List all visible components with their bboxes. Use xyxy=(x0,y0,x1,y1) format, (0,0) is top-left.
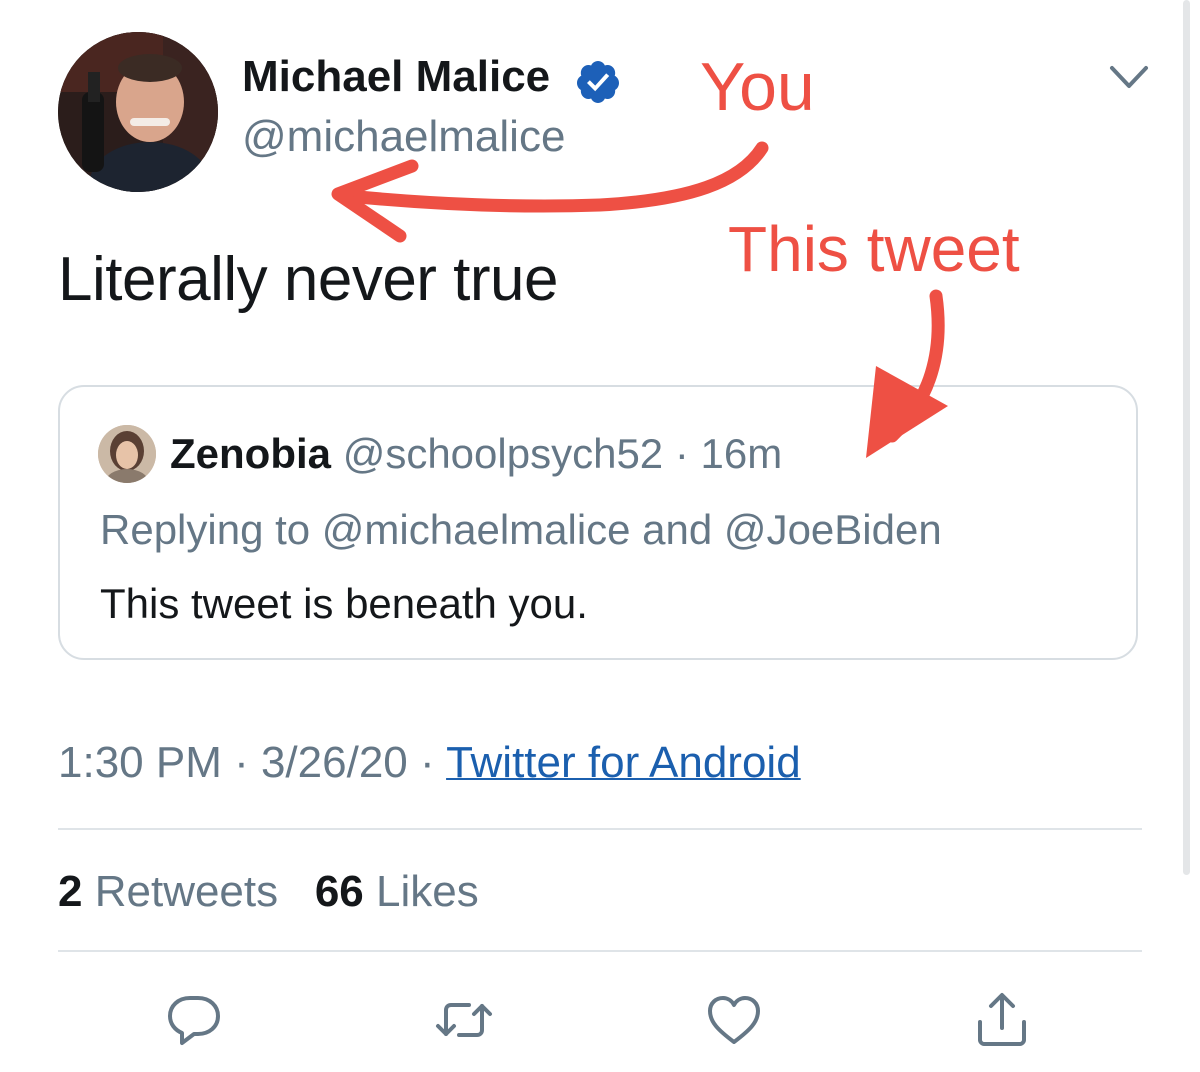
annotation-you-label: You xyxy=(700,49,815,125)
tweet-text: Literally never true xyxy=(58,245,559,314)
author-handle[interactable]: @michaelmalice xyxy=(242,112,565,162)
tweet-stats: 2 Retweets 66 Likes xyxy=(58,867,479,917)
annotation-this-tweet-label: This tweet xyxy=(728,213,1020,285)
quoted-author-handle[interactable]: @schoolpsych52 xyxy=(343,430,663,477)
scrollbar[interactable] xyxy=(1183,0,1190,875)
quoted-avatar-image xyxy=(98,425,156,483)
chevron-down-icon[interactable] xyxy=(1108,62,1150,92)
retweets-count: 2 xyxy=(58,867,83,916)
quoted-author-avatar[interactable] xyxy=(98,425,156,483)
separator-dot: · xyxy=(663,430,701,477)
quoted-author-name[interactable]: Zenobia xyxy=(170,430,331,477)
verified-badge-icon xyxy=(574,58,622,106)
author-avatar-image xyxy=(58,32,218,192)
likes-stat[interactable]: 66 Likes xyxy=(315,867,479,916)
share-upload-icon[interactable] xyxy=(972,990,1032,1050)
quoted-tweet-header: Zenobia @schoolpsych52 · 16m xyxy=(170,430,782,478)
divider xyxy=(58,950,1142,952)
tweet-timestamp: 1:30 PM · 3/26/20 · xyxy=(58,738,447,787)
retweet-icon[interactable] xyxy=(434,990,494,1050)
likes-count: 66 xyxy=(314,867,364,916)
author-avatar[interactable] xyxy=(58,32,218,192)
retweets-label: Retweets xyxy=(94,867,279,916)
reply-bubble-icon[interactable] xyxy=(164,990,224,1050)
tweet-source-link[interactable]: Twitter for Android xyxy=(446,738,801,787)
likes-label: Likes xyxy=(376,867,479,916)
retweets-stat[interactable]: 2 Retweets xyxy=(58,867,278,916)
heart-icon[interactable] xyxy=(704,990,764,1050)
quoted-reply-context: Replying to @michaelmalice and @JoeBiden xyxy=(100,506,942,553)
divider xyxy=(58,828,1142,830)
quoted-tweet-time[interactable]: 16m xyxy=(701,430,783,477)
tweet-meta: 1:30 PM · 3/26/20 · Twitter for Android xyxy=(58,738,801,788)
author-display-name[interactable]: Michael Malice xyxy=(242,52,550,102)
quoted-tweet-text: This tweet is beneath you. xyxy=(100,580,588,627)
